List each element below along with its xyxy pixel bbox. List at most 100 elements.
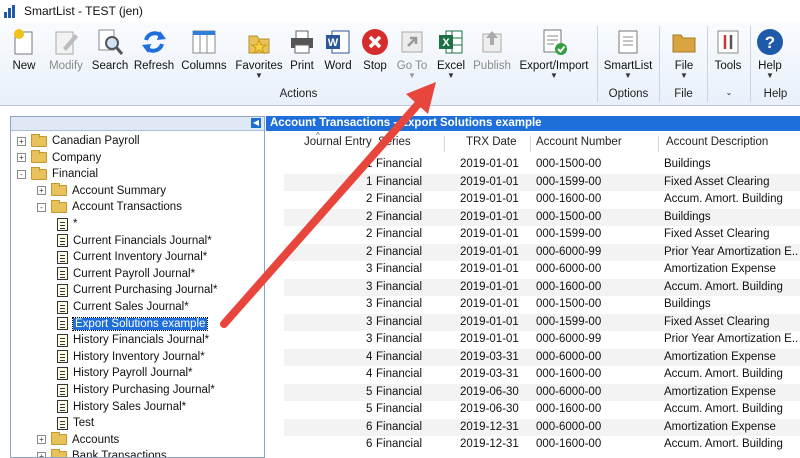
folder-icon [51,183,67,197]
tree-list-item[interactable]: Test [57,415,94,431]
tree-folder-item[interactable]: - Financial [17,166,98,182]
column-divider[interactable] [444,136,445,152]
tree-list-item[interactable]: Current Sales Journal* [57,299,189,315]
tree-folder-item[interactable]: + Canadian Payroll [17,133,140,149]
smartlist-button[interactable]: SmartList ▼ [602,24,654,88]
new-button[interactable]: New [4,24,44,88]
table-cell: Financial [376,175,423,188]
smartlist-document-icon [57,234,68,248]
table-row[interactable]: 3 Financial 2019-01-01 000-6000-99 Prior Yea… [284,331,800,349]
table-row[interactable]: 2 Financial 2019-01-01 000-6000-99 Prior Yea… [284,243,800,261]
column-header-account-number[interactable]: Account Number [536,136,622,154]
table-row[interactable]: 3 Financial 2019-01-01 000-1600-00 Accum. Am… [284,278,800,296]
tree-folder-item[interactable]: - Account Transactions [37,199,182,215]
tree-item-label: Financial [52,168,99,181]
word-button[interactable]: W Word [320,24,356,88]
search-button[interactable]: Search [90,24,130,88]
table-cell: 000-6000-00 [536,350,602,363]
collapse-node-icon[interactable]: - [37,202,46,212]
modify-button[interactable]: Modify [44,24,88,88]
tree-item-label: Account Transactions [72,201,182,214]
table-cell: 2019-01-01 [460,280,519,293]
columns-button[interactable]: Columns [180,24,228,88]
tree-list-item[interactable]: History Inventory Journal* [57,349,205,365]
column-header-journal-entry[interactable]: Journal Entry [304,136,372,154]
table-row[interactable]: 3 Financial 2019-01-01 000-1599-00 Fixed Ass… [284,313,800,331]
table-row[interactable]: 4 Financial 2019-03-31 000-6000-00 Amortizat… [284,348,800,366]
table-cell: 6 [366,420,373,433]
expand-node-icon[interactable]: + [17,136,26,146]
stop-button[interactable]: Stop [356,24,394,88]
goto-button[interactable]: Go To ▼ [394,24,430,88]
chevron-down-icon: ▼ [255,71,263,80]
print-button[interactable]: Print [284,24,320,88]
refresh-button[interactable]: Refresh [132,24,176,88]
tree-list-item[interactable]: Export Solutions example [57,316,209,332]
svg-text:?: ? [765,33,775,52]
table-row[interactable]: 1 Financial 2019-01-01 000-1599-00 Fixed Ass… [284,173,800,191]
tree-folder-item[interactable]: + Bank Transactions [37,448,167,457]
tree-list-item[interactable]: History Payroll Journal* [57,365,193,381]
table-row[interactable]: 1 Financial 2019-01-01 000-1500-00 Buildings [284,156,800,174]
table-row[interactable]: 2 Financial 2019-01-01 000-1599-00 Fixed Ass… [284,226,800,244]
collapse-node-icon[interactable]: - [17,169,26,179]
expand-node-icon[interactable]: + [37,186,46,196]
smartlist-document-icon [57,283,68,297]
tools-button[interactable]: Tools [710,24,746,88]
column-header-series[interactable]: Series [378,136,411,154]
tree-list-item[interactable]: Current Financials Journal* [57,233,212,249]
tree-folder-item[interactable]: + Company [17,150,101,166]
results-pane: Account Transactions - Export Solutions … [266,116,800,458]
chevron-down-icon: ▼ [408,71,416,80]
table-cell: Buildings [664,210,711,223]
folder-icon [51,199,67,213]
window-title: SmartList - TEST (jen) [24,4,143,18]
tree-list-item[interactable]: History Purchasing Journal* [57,382,215,398]
export-import-button[interactable]: Export/Import ▼ [516,24,592,88]
publish-icon [476,26,508,58]
file-button[interactable]: File ▼ [664,24,704,88]
column-divider[interactable] [530,136,531,152]
table-row[interactable]: 2 Financial 2019-01-01 000-1500-00 Buildings [284,208,800,226]
table-cell: 5 [366,385,373,398]
tree-list-item[interactable]: History Sales Journal* [57,399,186,415]
tree-list-item[interactable]: Current Payroll Journal* [57,266,195,282]
table-row[interactable]: 4 Financial 2019-03-31 000-1600-00 Accum. Am… [284,366,800,384]
table-row[interactable]: 6 Financial 2019-12-31 000-6000-00 Amortizat… [284,418,800,436]
table-row[interactable]: 5 Financial 2019-06-30 000-1600-00 Accum. Am… [284,401,800,419]
column-header-trx-date[interactable]: TRX Date [466,136,517,154]
table-row[interactable]: 3 Financial 2019-01-01 000-6000-00 Amortizat… [284,261,800,279]
expand-node-icon[interactable]: + [17,153,26,163]
tree-list-item[interactable]: History Financials Journal* [57,332,209,348]
table-cell: Financial [376,420,423,433]
tree-item-label: Test [73,417,95,430]
smartlist-icon [612,26,644,58]
smartlist-document-icon [57,366,68,380]
table-row[interactable]: 2 Financial 2019-01-01 000-1600-00 Accum. Am… [284,191,800,209]
favorites-button[interactable]: Favorites ▼ [234,24,284,88]
smartlist-document-icon [57,333,68,347]
excel-button[interactable]: X Excel ▼ [432,24,470,88]
table-cell: 000-6000-99 [536,333,602,345]
column-divider[interactable] [658,136,659,152]
tree-folder-item[interactable]: + Accounts [37,432,119,448]
tree-list-item[interactable]: * [57,216,77,232]
collapse-pane-button[interactable]: ◀ [251,118,261,128]
table-row[interactable]: 5 Financial 2019-06-30 000-6000-00 Amortizat… [284,383,800,401]
table-cell: Financial [376,158,423,170]
table-cell: Financial [376,368,423,380]
table-cell: 000-1599-00 [536,175,602,188]
expand-node-icon[interactable]: + [37,451,46,457]
tree-folder-item[interactable]: + Account Summary [37,183,166,199]
help-button[interactable]: ? Help ▼ [752,24,788,88]
tree-list-item[interactable]: Current Purchasing Journal* [57,282,217,298]
table-cell: 2019-01-01 [460,333,519,345]
publish-button[interactable]: Publish [470,24,514,88]
column-header-account-description[interactable]: Account Description [666,136,768,154]
table-row[interactable]: 3 Financial 2019-01-01 000-1500-00 Buildings [284,296,800,314]
table-row[interactable]: 6 Financial 2019-12-31 000-1600-00 Accum. Am… [284,436,800,454]
group-expander[interactable]: ⌄ [708,88,750,104]
expand-node-icon[interactable]: + [37,435,46,445]
tree-list-item[interactable]: Current Inventory Journal* [57,249,207,265]
table-cell: 000-1600-00 [536,193,602,205]
